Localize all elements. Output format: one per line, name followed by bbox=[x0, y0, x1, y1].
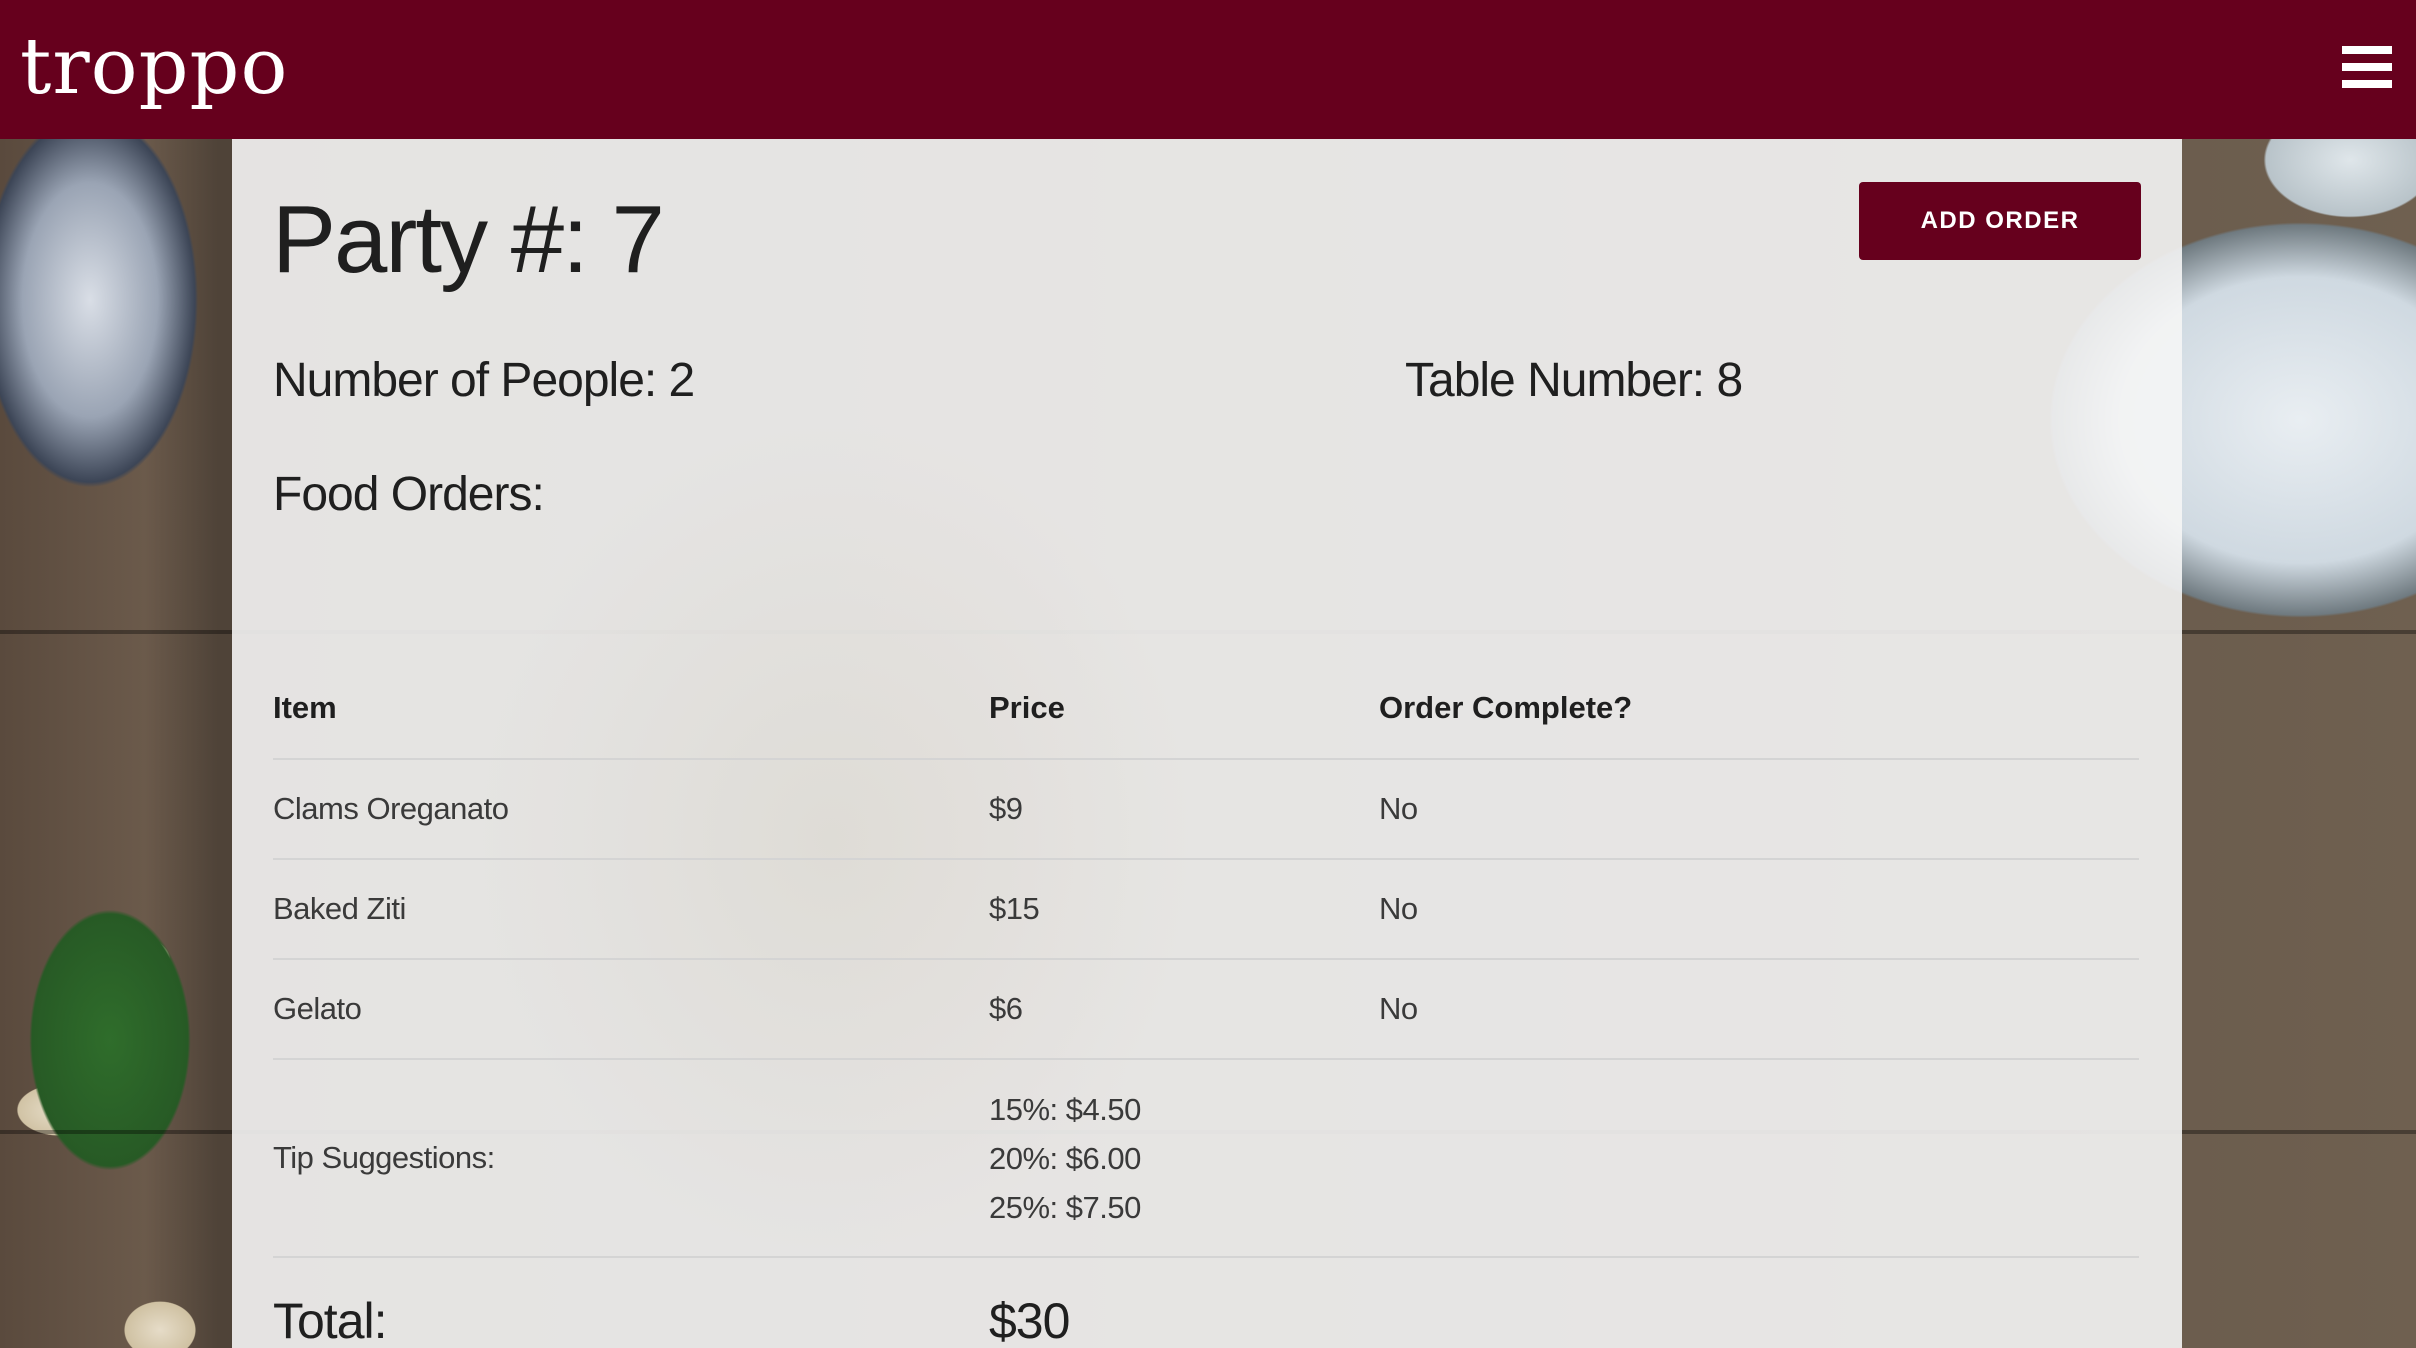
troppo-logo[interactable]: troppo bbox=[20, 22, 288, 112]
total-label: Total: bbox=[273, 1293, 388, 1348]
column-header-order-complete: Order Complete? bbox=[1379, 658, 2139, 760]
price-cell: $15 bbox=[989, 859, 1379, 960]
tip-20-percent: 20%: $6.00 bbox=[989, 1140, 1141, 1176]
tip-15-percent: 15%: $4.50 bbox=[989, 1091, 1141, 1127]
page-title: Party #: 7 bbox=[272, 186, 665, 293]
tip-suggestions-values: 15%: $4.50 20%: $6.00 25%: $7.50 bbox=[989, 1059, 1379, 1258]
total-row: Total: $30 bbox=[273, 1257, 2139, 1348]
menu-bar bbox=[2342, 63, 2392, 71]
item-cell: Gelato bbox=[273, 959, 989, 1060]
order-complete-cell: No bbox=[1379, 959, 2139, 1060]
order-complete-cell: No bbox=[1379, 859, 2139, 960]
tip-suggestions-row: Tip Suggestions: 15%: $4.50 20%: $6.00 2… bbox=[273, 1059, 2139, 1258]
table-row[interactable]: Baked Ziti $15 No bbox=[273, 859, 2139, 960]
food-orders-heading: Food Orders: bbox=[273, 468, 545, 521]
tip-suggestions-label: Tip Suggestions: bbox=[273, 1059, 989, 1258]
top-nav-bar: troppo bbox=[0, 0, 2416, 139]
table-header-row: Item Price Order Complete? bbox=[273, 658, 2139, 760]
item-cell: Baked Ziti bbox=[273, 859, 989, 960]
price-cell: $9 bbox=[989, 759, 1379, 860]
item-cell: Clams Oreganato bbox=[273, 759, 989, 860]
tip-25-percent: 25%: $7.50 bbox=[989, 1189, 1141, 1225]
food-orders-table: Item Price Order Complete? Clams Oregana… bbox=[273, 658, 2139, 1348]
price-cell: $6 bbox=[989, 959, 1379, 1060]
add-order-button[interactable]: ADD ORDER bbox=[1859, 182, 2141, 260]
number-of-people-label: Number of People: 2 bbox=[273, 354, 695, 407]
table-row[interactable]: Gelato $6 No bbox=[273, 959, 2139, 1060]
table-number-label: Table Number: 8 bbox=[1405, 354, 1743, 407]
page: troppo Party #: 7 ADD ORDER Number of Pe… bbox=[0, 0, 2416, 1348]
order-complete-cell: No bbox=[1379, 759, 2139, 860]
total-empty-cell bbox=[1379, 1257, 2139, 1348]
party-detail-panel: Party #: 7 ADD ORDER Number of People: 2… bbox=[232, 139, 2182, 1348]
hamburger-menu-icon[interactable] bbox=[2342, 46, 2392, 88]
column-header-item: Item bbox=[273, 658, 989, 760]
total-value: $30 bbox=[989, 1293, 1070, 1348]
tip-empty-cell bbox=[1379, 1059, 2139, 1258]
table-row[interactable]: Clams Oreganato $9 No bbox=[273, 759, 2139, 860]
menu-bar bbox=[2342, 80, 2392, 88]
column-header-price: Price bbox=[989, 658, 1379, 760]
menu-bar bbox=[2342, 46, 2392, 54]
